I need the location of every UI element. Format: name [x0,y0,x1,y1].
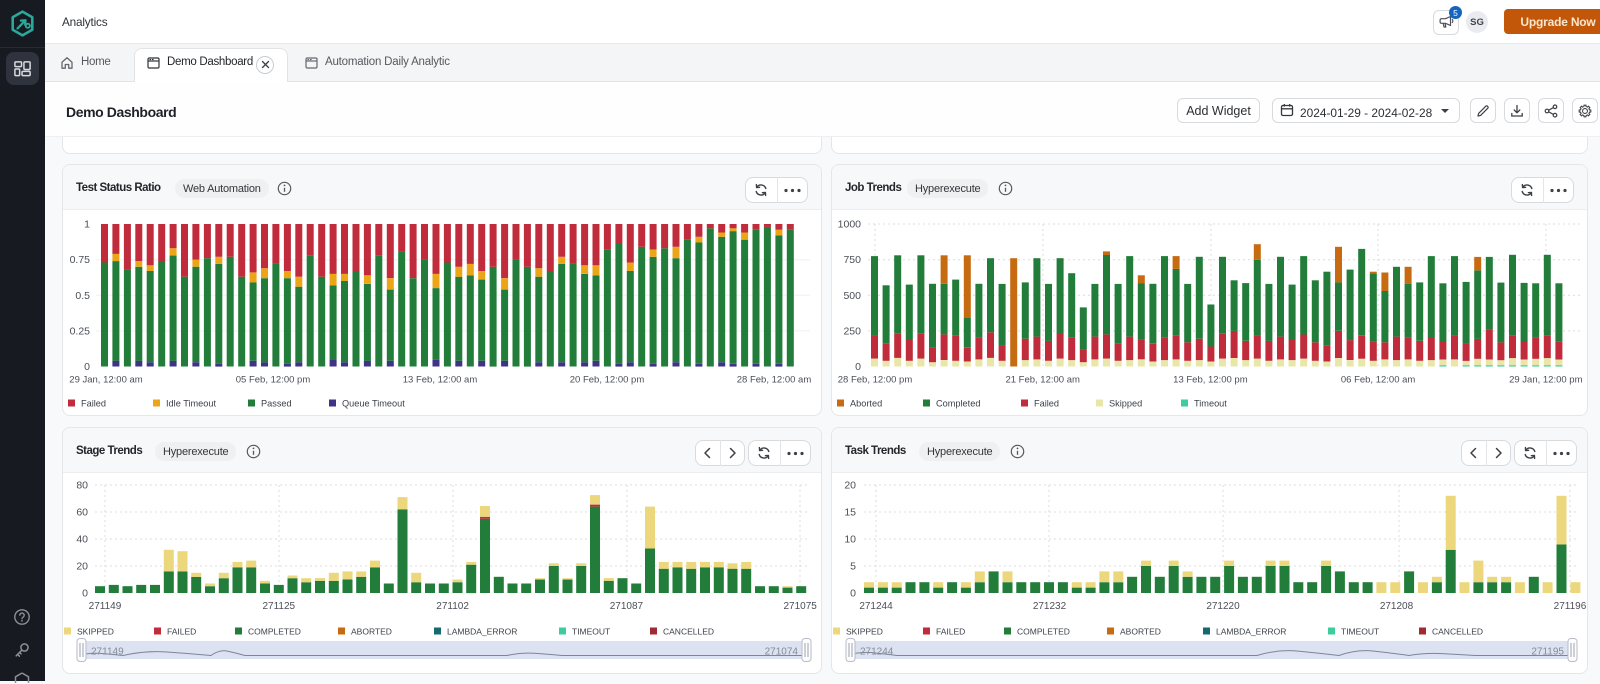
svg-text:Aborted: Aborted [850,399,882,409]
svg-text:0.25: 0.25 [70,325,91,337]
svg-text:271208: 271208 [1380,601,1414,612]
svg-text:1: 1 [84,219,90,231]
svg-text:SKIPPED: SKIPPED [846,627,883,637]
svg-text:60: 60 [76,507,88,519]
svg-text:0: 0 [84,361,90,373]
svg-text:29 Jan, 12:00 am: 29 Jan, 12:00 am [69,375,142,386]
svg-text:271149: 271149 [89,601,122,612]
svg-text:271196: 271196 [1554,601,1587,612]
svg-text:13 Feb, 12:00 pm: 13 Feb, 12:00 pm [1173,375,1248,386]
svg-text:COMPLETED: COMPLETED [248,627,301,637]
svg-text:Failed: Failed [81,399,106,409]
svg-text:FAILED: FAILED [936,627,965,637]
svg-text:SKIPPED: SKIPPED [77,627,114,637]
svg-text:COMPLETED: COMPLETED [1017,627,1070,637]
svg-text:500: 500 [843,290,861,302]
svg-text:Queue Timeout: Queue Timeout [342,399,405,409]
svg-text:Skipped: Skipped [1109,399,1142,409]
svg-text:271102: 271102 [436,601,469,612]
svg-text:FAILED: FAILED [167,627,196,637]
svg-text:CANCELLED: CANCELLED [663,627,714,637]
svg-text:Timeout: Timeout [1194,399,1227,409]
svg-text:1000: 1000 [838,219,862,231]
svg-text:0.5: 0.5 [75,290,90,302]
svg-text:0: 0 [850,588,856,600]
svg-text:13 Feb, 12:00 am: 13 Feb, 12:00 am [403,375,478,386]
svg-text:Failed: Failed [1034,399,1059,409]
svg-text:80: 80 [76,480,88,492]
svg-text:271125: 271125 [262,601,295,612]
svg-text:0: 0 [855,361,861,373]
svg-text:28 Feb, 12:00 pm: 28 Feb, 12:00 pm [838,375,913,386]
svg-text:40: 40 [76,534,88,546]
svg-text:TIMEOUT: TIMEOUT [1341,627,1379,637]
svg-text:10: 10 [844,534,856,546]
svg-text:21 Feb, 12:00 am: 21 Feb, 12:00 am [1005,375,1080,386]
svg-text:TIMEOUT: TIMEOUT [572,627,610,637]
svg-text:20 Feb, 12:00 pm: 20 Feb, 12:00 pm [570,375,645,386]
svg-text:250: 250 [843,325,861,337]
svg-text:271232: 271232 [1033,601,1067,612]
svg-text:271220: 271220 [1206,601,1240,612]
svg-text:20: 20 [76,561,88,573]
svg-text:271195: 271195 [1531,647,1564,658]
svg-text:271244: 271244 [859,601,893,612]
svg-text:271244: 271244 [860,647,894,658]
svg-text:5: 5 [850,561,856,573]
svg-text:0: 0 [82,588,88,600]
svg-text:LAMBDA_ERROR: LAMBDA_ERROR [1216,627,1286,637]
svg-text:Idle Timeout: Idle Timeout [166,399,216,409]
svg-text:271075: 271075 [784,601,818,612]
svg-text:0.75: 0.75 [70,254,91,266]
svg-text:15: 15 [844,507,856,519]
svg-text:ABORTED: ABORTED [1120,627,1161,637]
svg-text:750: 750 [843,254,861,266]
svg-text:05 Feb, 12:00 pm: 05 Feb, 12:00 pm [236,375,311,386]
svg-text:Completed: Completed [936,399,980,409]
svg-text:CANCELLED: CANCELLED [1432,627,1483,637]
svg-text:29 Jan, 12:00 pm: 29 Jan, 12:00 pm [1509,375,1582,386]
svg-text:271087: 271087 [610,601,644,612]
svg-text:28 Feb, 12:00 am: 28 Feb, 12:00 am [737,375,812,386]
svg-text:ABORTED: ABORTED [351,627,392,637]
svg-text:271074: 271074 [765,647,799,658]
svg-text:271149: 271149 [91,647,124,658]
svg-text:LAMBDA_ERROR: LAMBDA_ERROR [447,627,517,637]
svg-text:06 Feb, 12:00 am: 06 Feb, 12:00 am [1341,375,1416,386]
svg-text:Passed: Passed [261,399,292,409]
svg-text:20: 20 [844,480,856,492]
